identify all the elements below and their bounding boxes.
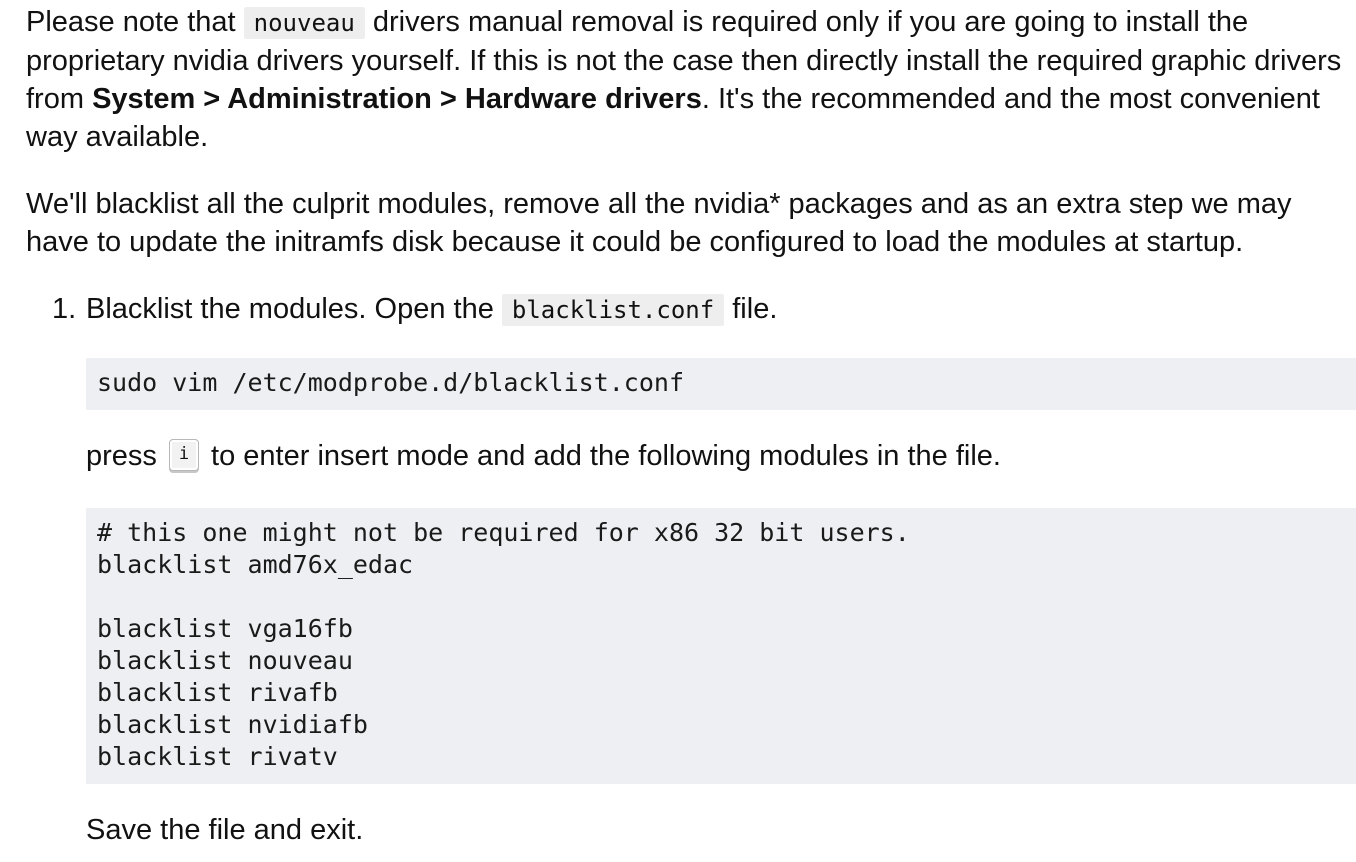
press-text: press — [86, 440, 165, 472]
step-1-instruction: Blacklist the modules. Open the blacklis… — [86, 290, 777, 329]
step-1-text-before: Blacklist the modules. Open the — [86, 293, 502, 325]
overview-paragraph: We'll blacklist all the culprit modules,… — [26, 188, 1292, 258]
inline-code-blacklist-conf: blacklist.conf — [501, 294, 725, 326]
step-1-text-after: file. — [724, 293, 778, 325]
command-code-block[interactable]: sudo vim /etc/modprobe.d/blacklist.conf — [86, 358, 1356, 410]
blacklist-code-block[interactable]: # this one might not be required for x86… — [86, 508, 1356, 784]
hardware-drivers-path: System > Administration > Hardware drive… — [92, 83, 702, 115]
intro-text-start: Please note that — [26, 6, 244, 38]
intro-paragraph: Please note that nouveau drivers manual … — [26, 3, 1346, 156]
insert-mode-instruction: press i to enter insert mode and add the… — [86, 437, 1001, 475]
save-instruction: Save the file and exit. — [86, 814, 364, 846]
article-body: Please note that nouveau drivers manual … — [0, 0, 1356, 862]
step-number: 1. — [52, 293, 77, 325]
inline-code-nouveau: nouveau — [243, 7, 365, 39]
insert-mode-text: to enter insert mode and add the followi… — [202, 440, 1001, 472]
keyboard-key-i: i — [168, 439, 199, 472]
